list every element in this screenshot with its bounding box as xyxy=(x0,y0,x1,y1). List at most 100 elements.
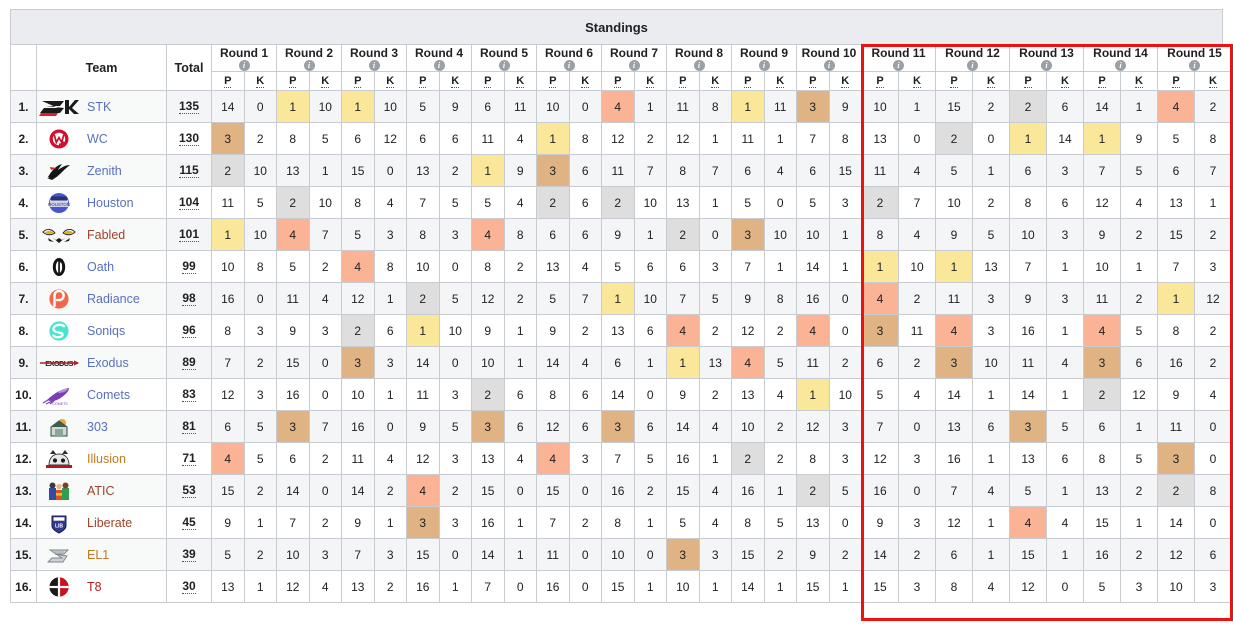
team-name[interactable]: Soniqs xyxy=(87,324,125,338)
team-name[interactable]: Radiance xyxy=(87,292,140,306)
info-icon[interactable]: i xyxy=(693,59,705,71)
column-header-round-12-points[interactable]: P xyxy=(935,71,973,91)
team-name[interactable]: STK xyxy=(87,100,111,114)
column-header-round-4[interactable]: Round 4i xyxy=(406,44,472,72)
column-header-round-2-kills[interactable]: K xyxy=(308,71,342,91)
column-header-round-3-kills[interactable]: K xyxy=(373,71,407,91)
team-name[interactable]: T8 xyxy=(87,580,102,594)
radiance-logo xyxy=(37,286,81,312)
team-cell[interactable]: HOUSTON Houston xyxy=(36,186,167,219)
column-header-round-1-kills[interactable]: K xyxy=(243,71,277,91)
info-icon[interactable]: i xyxy=(758,59,770,71)
info-icon[interactable]: i xyxy=(1041,59,1052,71)
team-name[interactable]: ATIC xyxy=(87,484,115,498)
column-header-round-10-points[interactable]: P xyxy=(796,71,830,91)
info-icon[interactable]: i xyxy=(1115,59,1126,71)
round-14-kills-cell: 9 xyxy=(1120,122,1158,155)
team-name[interactable]: 303 xyxy=(87,420,108,434)
column-header-round-7-kills[interactable]: K xyxy=(633,71,667,91)
info-icon[interactable]: i xyxy=(1189,59,1200,71)
team-cell[interactable]: Fabled xyxy=(36,218,167,251)
info-icon[interactable]: i xyxy=(967,59,978,71)
column-header-round-9-kills[interactable]: K xyxy=(763,71,797,91)
column-header-round-15-kills[interactable]: K xyxy=(1194,71,1232,91)
column-header-round-8-kills[interactable]: K xyxy=(698,71,732,91)
column-header-round-4-kills[interactable]: K xyxy=(438,71,472,91)
team-cell[interactable]: Oath xyxy=(36,250,167,283)
column-header-round-6-points[interactable]: P xyxy=(536,71,570,91)
team-cell[interactable]: 303 xyxy=(36,410,167,443)
column-header-round-12-kills[interactable]: K xyxy=(972,71,1010,91)
team-name[interactable]: Oath xyxy=(87,260,114,274)
team-name[interactable]: Houston xyxy=(87,196,134,210)
team-cell[interactable]: WC xyxy=(36,122,167,155)
round-15-placement-cell: 6 xyxy=(1157,154,1195,187)
team-name[interactable]: Illusion xyxy=(87,452,126,466)
column-header-round-13[interactable]: Round 13 i xyxy=(1009,44,1084,72)
team-cell[interactable]: Radiance xyxy=(36,282,167,315)
column-header-round-14-kills[interactable]: K xyxy=(1120,71,1158,91)
column-header-round-14[interactable]: Round 14 i xyxy=(1083,44,1158,72)
column-header-round-5-kills[interactable]: K xyxy=(503,71,537,91)
round-7-kills-cell: 10 xyxy=(633,282,667,315)
column-header-round-10-kills[interactable]: K xyxy=(828,71,862,91)
column-header-round-15[interactable]: Round 15 i xyxy=(1157,44,1232,72)
column-header-round-13-kills[interactable]: K xyxy=(1046,71,1084,91)
column-header-round-1-points[interactable]: P xyxy=(211,71,245,91)
team-cell[interactable]: Zenith xyxy=(36,154,167,187)
team-cell[interactable]: COMETS Comets xyxy=(36,378,167,411)
round-9-placement-cell: 13 xyxy=(731,378,765,411)
column-header-round-3-points[interactable]: P xyxy=(341,71,375,91)
team-cell[interactable]: EXODUS Exodus xyxy=(36,346,167,379)
team-name[interactable]: Liberate xyxy=(87,516,132,530)
column-header-round-7-points[interactable]: P xyxy=(601,71,635,91)
team-cell[interactable]: LIB Liberate xyxy=(36,506,167,539)
info-icon[interactable]: i xyxy=(368,59,380,71)
column-header-round-8-points[interactable]: P xyxy=(666,71,700,91)
team-cell[interactable]: T8 xyxy=(36,570,167,603)
column-header-round-14-points[interactable]: P xyxy=(1083,71,1121,91)
info-icon[interactable]: i xyxy=(563,59,575,71)
info-icon[interactable]: i xyxy=(823,59,835,71)
round-13-placement-cell: 6 xyxy=(1009,154,1047,187)
info-icon[interactable]: i xyxy=(498,59,510,71)
team-cell[interactable]: Illusion xyxy=(36,442,167,475)
team-name[interactable]: Fabled xyxy=(87,228,125,242)
column-header-round-5-points[interactable]: P xyxy=(471,71,505,91)
column-header-round-6[interactable]: Round 6i xyxy=(536,44,602,72)
column-header-round-3[interactable]: Round 3i xyxy=(341,44,407,72)
round-9-kills-cell: 5 xyxy=(763,346,797,379)
column-header-round-11-points[interactable]: P xyxy=(861,71,899,91)
team-name[interactable]: Exodus xyxy=(87,356,129,370)
column-header-round-11-kills[interactable]: K xyxy=(898,71,936,91)
info-icon[interactable]: i xyxy=(893,59,904,71)
info-icon[interactable]: i xyxy=(238,59,250,71)
column-header-round-15-points[interactable]: P xyxy=(1157,71,1195,91)
column-header-round-8[interactable]: Round 8i xyxy=(666,44,732,72)
team-name[interactable]: Comets xyxy=(87,388,130,402)
column-header-round-11[interactable]: Round 11 i xyxy=(861,44,936,72)
column-header-round-5[interactable]: Round 5i xyxy=(471,44,537,72)
info-icon[interactable]: i xyxy=(303,59,315,71)
column-header-round-2[interactable]: Round 2i xyxy=(276,44,342,72)
column-header-round-9-points[interactable]: P xyxy=(731,71,765,91)
column-header-round-6-kills[interactable]: K xyxy=(568,71,602,91)
column-header-round-9[interactable]: Round 9i xyxy=(731,44,797,72)
team-cell[interactable]: EL1 xyxy=(36,538,167,571)
team-cell[interactable]: STK xyxy=(36,90,167,123)
column-header-round-2-points[interactable]: P xyxy=(276,71,310,91)
team-name[interactable]: Zenith xyxy=(87,164,122,178)
round-12-placement-cell: 11 xyxy=(935,282,973,315)
team-cell[interactable]: ATIC xyxy=(36,474,167,507)
info-icon[interactable]: i xyxy=(628,59,640,71)
column-header-round-10[interactable]: Round 10 i xyxy=(796,44,862,72)
team-name[interactable]: WC xyxy=(87,132,108,146)
column-header-round-7[interactable]: Round 7i xyxy=(601,44,667,72)
team-cell[interactable]: Soniqs xyxy=(36,314,167,347)
column-header-round-13-points[interactable]: P xyxy=(1009,71,1047,91)
column-header-round-4-points[interactable]: P xyxy=(406,71,440,91)
column-header-round-1[interactable]: Round 1i xyxy=(211,44,277,72)
team-name[interactable]: EL1 xyxy=(87,548,109,562)
column-header-round-12[interactable]: Round 12 i xyxy=(935,44,1010,72)
info-icon[interactable]: i xyxy=(433,59,445,71)
